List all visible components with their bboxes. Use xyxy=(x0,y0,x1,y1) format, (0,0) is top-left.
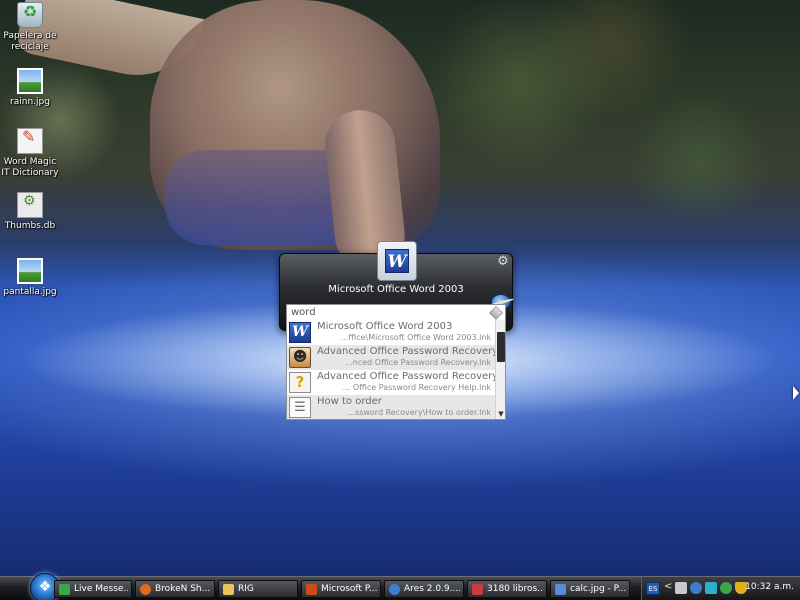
firefox-icon xyxy=(140,584,151,595)
database-file-icon xyxy=(17,192,43,218)
tray-printer-icon[interactable] xyxy=(675,582,687,594)
desktop-icon-rainn[interactable]: rainn.jpg xyxy=(0,68,60,108)
desktop-icon-label: pantalla.jpg xyxy=(3,287,57,297)
language-indicator[interactable]: ES xyxy=(646,582,660,595)
taskbar-button-microsoft-powerpoint[interactable]: Microsoft P... xyxy=(301,580,381,598)
paint-icon xyxy=(555,584,566,595)
powerpoint-icon xyxy=(306,584,317,595)
result-name: Advanced Office Password Recovery xyxy=(317,346,495,357)
result-item[interactable]: ☻ Advanced Office Password Recovery ...n… xyxy=(287,345,495,370)
search-box-icon[interactable] xyxy=(489,306,503,320)
result-item[interactable]: W Microsoft Office Word 2003 ...ffice\Mi… xyxy=(287,320,495,345)
messenger-icon xyxy=(59,584,70,595)
image-file-icon xyxy=(17,258,43,284)
desktop-icon-label: Papelera de reciclaje xyxy=(3,31,57,52)
result-name: How to order xyxy=(317,396,382,407)
show-hidden-icons-chevron-icon[interactable]: < xyxy=(664,581,672,592)
taskbar: Live Messe... BrokeN Sh... RIG Microsoft… xyxy=(0,573,800,600)
folder-icon xyxy=(223,584,234,595)
ares-icon xyxy=(389,584,400,595)
image-file-icon xyxy=(17,68,43,94)
help-file-icon: ? xyxy=(289,372,311,393)
dictionary-shortcut-icon xyxy=(17,128,43,154)
desktop-icon-pantalla[interactable]: pantalla.jpg xyxy=(0,258,60,298)
desktop-icon-thumbs-db[interactable]: Thumbs.db xyxy=(0,192,60,232)
taskbar-button-broken-sh[interactable]: BrokeN Sh... xyxy=(135,580,215,598)
system-tray: ES < 10:32 a.m. xyxy=(641,577,800,600)
desktop-icon-label: Thumbs.db xyxy=(4,221,56,231)
tray-network-icon[interactable] xyxy=(690,582,702,594)
launcher-app-tile[interactable]: W xyxy=(377,241,417,281)
desktop-icon-label: Word Magic IT Dictionary xyxy=(1,157,59,178)
taskbar-button-rig[interactable]: RIG xyxy=(218,580,298,598)
scroll-down-arrow-icon[interactable]: ▼ xyxy=(496,409,505,419)
taskbar-button-calc-paint[interactable]: calc.jpg - P... xyxy=(550,580,630,598)
result-path: ...ssword Recovery\How to order.lnk xyxy=(347,408,491,417)
results-list: W Microsoft Office Word 2003 ...ffice\Mi… xyxy=(286,320,506,420)
tray-sync-icon[interactable] xyxy=(705,582,717,594)
result-path: ...nced Office Password Recovery.lnk xyxy=(345,358,491,367)
recycle-bin-icon xyxy=(17,2,43,28)
taskbar-button-live-messenger[interactable]: Live Messe... xyxy=(54,580,132,598)
scrollbar-thumb[interactable] xyxy=(497,332,505,362)
results-scrollbar[interactable]: ▼ xyxy=(495,320,505,419)
password-recovery-icon: ☻ xyxy=(289,347,311,368)
word-icon: W xyxy=(289,322,311,343)
search-input[interactable]: word xyxy=(286,304,506,320)
taskbar-clock[interactable]: 10:32 a.m. xyxy=(745,582,794,592)
result-item[interactable]: ☰ How to order ...ssword Recovery\How to… xyxy=(287,395,495,419)
result-path: ...ffice\Microsoft Office Word 2003.lnk xyxy=(340,333,491,342)
taskbar-button-3180-libros[interactable]: 3180 libros... xyxy=(467,580,547,598)
launcher-app-title: Microsoft Office Word 2003 xyxy=(328,284,464,295)
desktop-icon-word-magic[interactable]: Word Magic IT Dictionary xyxy=(0,128,60,179)
result-item[interactable]: ? Advanced Office Password Recovery ... … xyxy=(287,370,495,395)
gear-icon[interactable]: ⚙ xyxy=(496,255,510,269)
tray-messenger-icon[interactable] xyxy=(720,582,732,594)
search-input-value: word xyxy=(291,307,316,318)
result-name: Advanced Office Password Recovery xyxy=(317,371,495,382)
taskbar-button-ares[interactable]: Ares 2.0.9.... xyxy=(384,580,464,598)
mouse-cursor-icon xyxy=(793,386,799,400)
desktop-icon-label: rainn.jpg xyxy=(10,97,50,107)
word-icon: W xyxy=(385,249,409,273)
result-path: ... Office Password Recovery Help.lnk xyxy=(342,383,491,392)
desktop-icon-recycle-bin[interactable]: Papelera de reciclaje xyxy=(0,2,60,53)
document-icon: ☰ xyxy=(289,397,311,418)
archive-icon xyxy=(472,584,483,595)
result-name: Microsoft Office Word 2003 xyxy=(317,321,453,332)
